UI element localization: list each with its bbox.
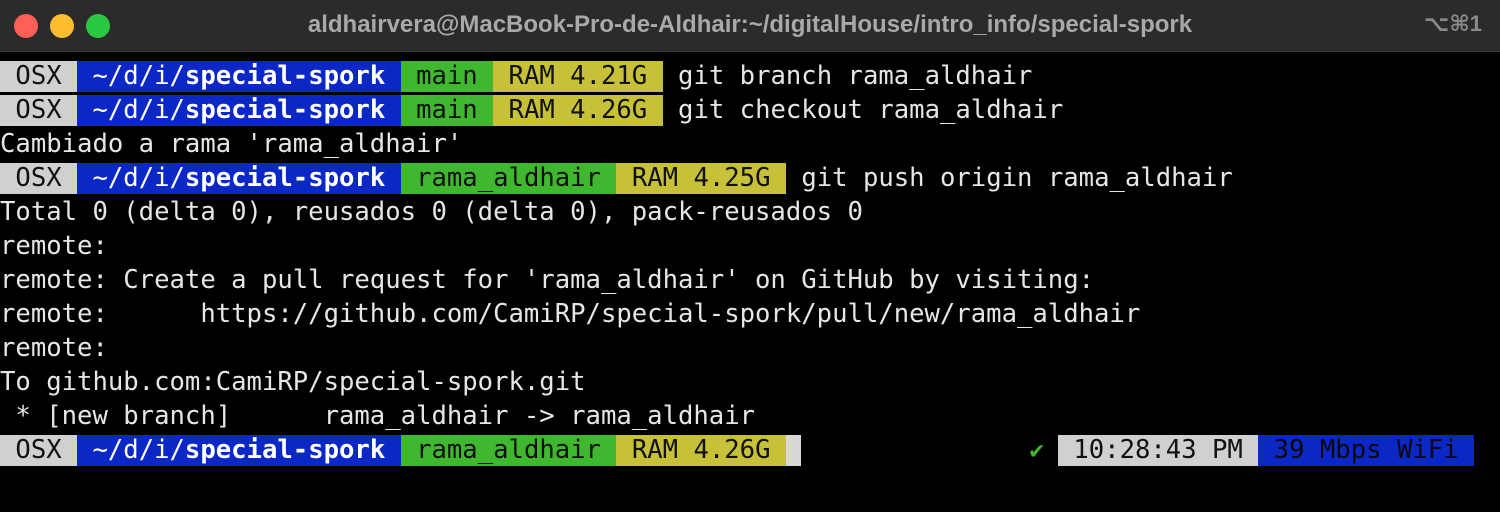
current-prompt-line[interactable]: OSX ~/d/i/special-spork rama_aldhair RAM… xyxy=(0,433,1500,467)
output-line: To github.com:CamiRP/special-spork.git xyxy=(0,367,586,397)
prompt-time-segment: 10:28:43 PM xyxy=(1057,435,1259,466)
output-line: remote: Create a pull request for 'rama_… xyxy=(0,265,1095,295)
prompt-line: OSX ~/d/i/special-spork main RAM 4.21G g… xyxy=(0,59,1500,93)
prompt-branch-segment: main xyxy=(400,61,494,92)
status-check-icon: ✔ xyxy=(1029,436,1044,464)
terminal-output[interactable]: OSX ~/d/i/special-spork main RAM 4.21G g… xyxy=(0,59,1500,467)
title-bar: aldhairvera@MacBook-Pro-de-Aldhair:~/dig… xyxy=(0,0,1500,52)
prompt-os-segment: OSX xyxy=(0,435,78,466)
prompt-line: OSX ~/d/i/special-spork main RAM 4.26G g… xyxy=(0,93,1500,127)
prompt-branch-segment: rama_aldhair xyxy=(400,163,617,194)
prompt-branch-segment: main xyxy=(400,95,494,126)
prompt-directory-name: special-spork xyxy=(184,435,386,465)
tab-shortcut-label: ⌥⌘1 xyxy=(1424,11,1482,36)
prompt-directory-name: special-spork xyxy=(184,95,386,125)
prompt-network-segment: 39 Mbps WiFi xyxy=(1258,435,1474,466)
prompt-os-segment: OSX xyxy=(0,61,78,92)
prompt-ram-segment: RAM 4.26G xyxy=(616,435,786,466)
prompt-directory-name: special-spork xyxy=(184,163,386,193)
prompt-directory-segment: ~/d/i/special-spork xyxy=(77,163,401,194)
window-title: aldhairvera@MacBook-Pro-de-Aldhair:~/dig… xyxy=(307,11,1193,38)
command-text: git checkout rama_aldhair xyxy=(662,95,1064,125)
command-text: git push origin rama_aldhair xyxy=(785,163,1233,193)
prompt-directory-segment: ~/d/i/special-spork xyxy=(77,95,401,126)
terminal-window: aldhairvera@MacBook-Pro-de-Aldhair:~/dig… xyxy=(0,0,1500,512)
prompt-branch-segment: rama_aldhair xyxy=(400,435,617,466)
prompt-ram-segment: RAM 4.25G xyxy=(616,163,786,194)
output-line: remote: xyxy=(0,333,108,363)
prompt-directory-segment: ~/d/i/special-spork xyxy=(77,435,401,466)
prompt-directory-segment: ~/d/i/special-spork xyxy=(77,61,401,92)
prompt-directory-prefix: ~/d/i/ xyxy=(92,95,185,125)
output-line: Cambiado a rama 'rama_aldhair' xyxy=(0,129,463,159)
prompt-line: OSX ~/d/i/special-spork rama_aldhair RAM… xyxy=(0,161,1500,195)
output-line: remote: https://github.com/CamiRP/specia… xyxy=(0,299,1141,329)
prompt-directory-prefix: ~/d/i/ xyxy=(92,435,185,465)
prompt-directory-prefix: ~/d/i/ xyxy=(92,163,185,193)
prompt-os-segment: OSX xyxy=(0,163,78,194)
prompt-directory-name: special-spork xyxy=(184,61,386,91)
prompt-ram-segment: RAM 4.21G xyxy=(493,61,663,92)
text-cursor xyxy=(785,435,801,466)
command-text: git branch rama_aldhair xyxy=(662,61,1033,91)
prompt-directory-prefix: ~/d/i/ xyxy=(92,61,185,91)
output-line: remote: xyxy=(0,231,108,261)
output-line: * [new branch] rama_aldhair -> rama_aldh… xyxy=(0,401,756,431)
output-line: Total 0 (delta 0), reusados 0 (delta 0),… xyxy=(0,197,863,227)
prompt-ram-segment: RAM 4.26G xyxy=(493,95,663,126)
right-prompt: ✔ 10:28:43 PM 39 Mbps WiFi xyxy=(1029,433,1474,467)
prompt-os-segment: OSX xyxy=(0,95,78,126)
